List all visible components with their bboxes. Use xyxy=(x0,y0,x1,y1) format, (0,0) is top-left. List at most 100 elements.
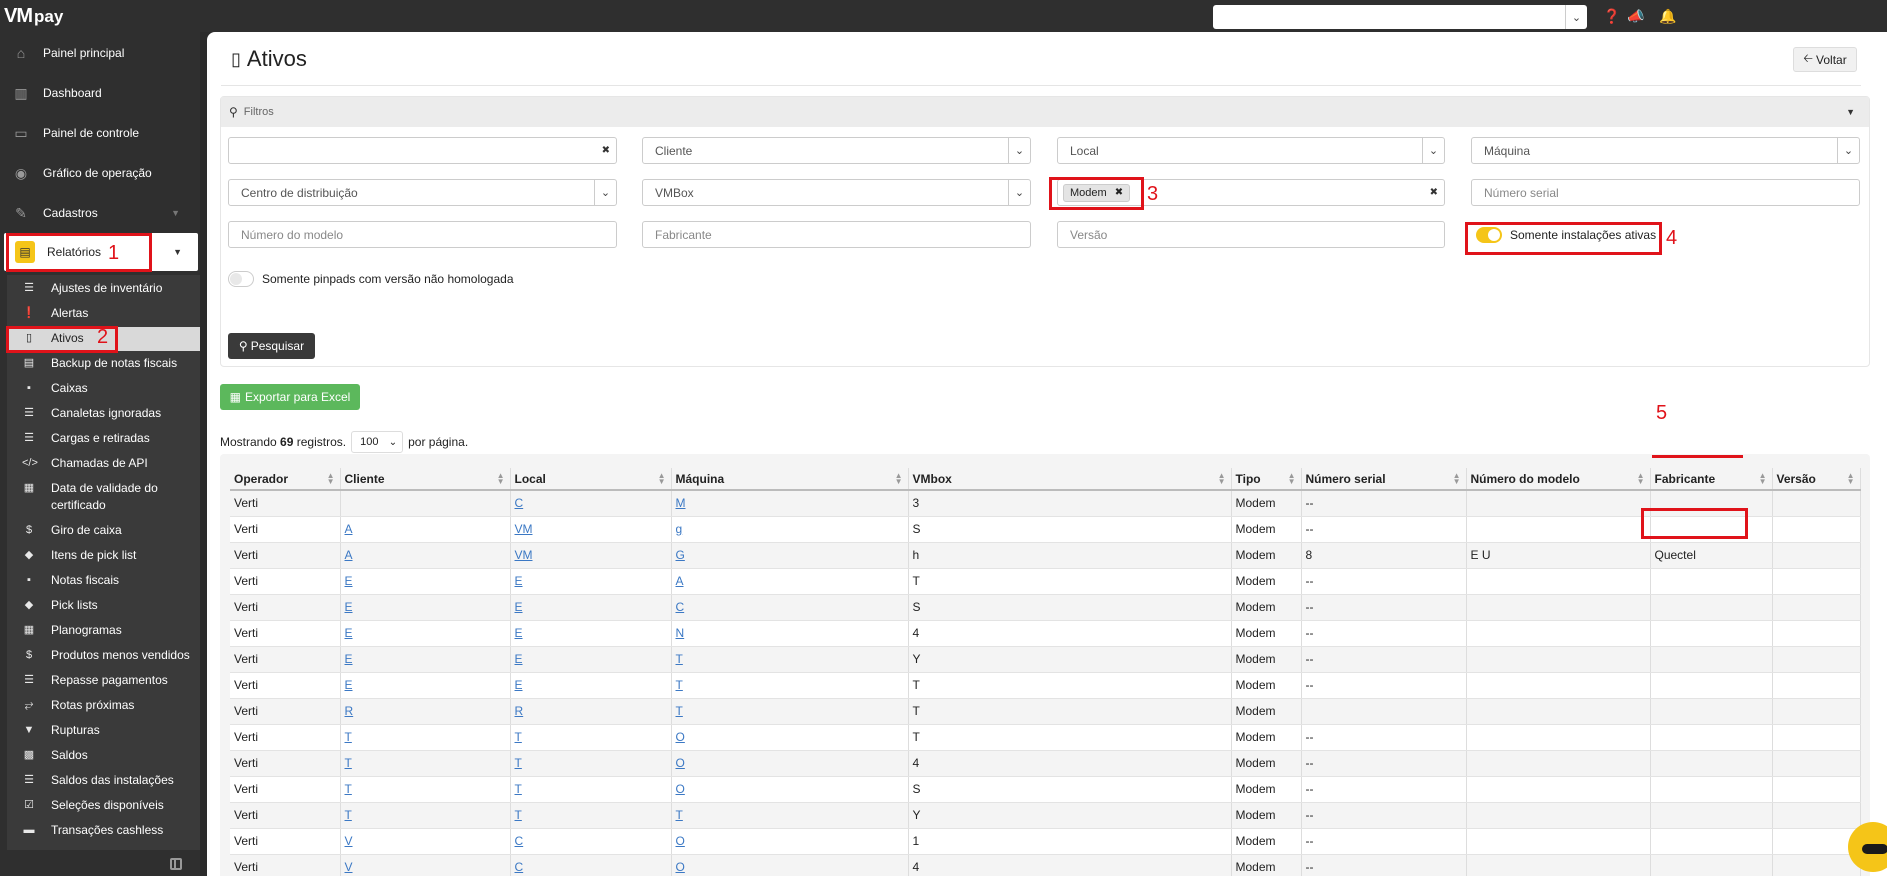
sub-backup-de-notas-fiscais[interactable]: ▤ Backup de notas fiscais xyxy=(7,355,200,375)
table-cell-link[interactable]: VM xyxy=(515,522,533,536)
megaphone-icon[interactable]: 📣 xyxy=(1627,7,1645,25)
table-cell-link[interactable]: T xyxy=(515,730,522,744)
sub-selecoes-disponiveis[interactable]: ☑ Seleções disponíveis xyxy=(7,797,200,817)
nav-dashboard[interactable]: ▥ Dashboard xyxy=(0,73,200,113)
table-cell-link[interactable]: T xyxy=(515,782,522,796)
clear-icon[interactable]: ✖ xyxy=(1430,187,1438,198)
table-cell-link[interactable]: T xyxy=(345,782,352,796)
table-cell-link[interactable]: T xyxy=(676,704,683,718)
help-icon[interactable]: ❓ xyxy=(1603,7,1621,25)
table-cell-link[interactable]: E xyxy=(515,626,523,640)
table-cell-link[interactable]: T xyxy=(515,808,522,822)
column-header[interactable]: Fabricante ▲ ▼ xyxy=(1650,468,1773,491)
operador-select[interactable]: ✖ xyxy=(228,137,617,164)
vmbox-select[interactable]: VMBox ⌄ xyxy=(642,179,1031,206)
table-cell-link[interactable]: V xyxy=(345,834,353,848)
sub-repasse-pagamentos[interactable]: ☰ Repasse pagamentos xyxy=(7,672,200,692)
sub-saldos-das-instalacoes[interactable]: ☰ Saldos das instalações xyxy=(7,772,200,792)
table-cell-link[interactable]: E xyxy=(345,652,353,666)
vmpay-logo[interactable]: VM pay xyxy=(4,5,63,29)
column-header[interactable]: Máquina ▲ ▼ xyxy=(671,468,909,491)
sub-data-de-validade-do-certificado[interactable]: ▦ Data de validade do certificado xyxy=(7,480,200,516)
filter-header[interactable]: ⚲ Filtros ▼ xyxy=(221,97,1869,127)
sub-pick-lists[interactable]: ◆ Pick lists xyxy=(7,597,200,617)
centro-de-distribuicao-select[interactable]: Centro de distribuição ⌄ xyxy=(228,179,617,206)
table-cell-link[interactable]: E xyxy=(515,652,523,666)
table-cell-link[interactable]: T xyxy=(676,808,683,822)
table-cell-link[interactable]: C xyxy=(676,600,685,614)
table-cell-link[interactable]: g xyxy=(676,522,683,536)
bell-icon[interactable]: 🔔 xyxy=(1659,7,1677,25)
table-cell-link[interactable]: A xyxy=(345,522,353,536)
numero-do-modelo-input[interactable]: Número do modelo xyxy=(228,221,617,248)
sub-produtos-menos-vendidos[interactable]: $ Produtos menos vendidos xyxy=(7,647,200,667)
column-header[interactable]: Número serial ▲ ▼ xyxy=(1301,468,1467,491)
sub-itens-de-pick-list[interactable]: ◆ Itens de pick list xyxy=(7,547,200,567)
table-cell-link[interactable]: G xyxy=(676,548,685,562)
nav-painel-de-controle[interactable]: ▭ Painel de controle xyxy=(0,113,200,153)
maquina-select[interactable]: Máquina ⌄ xyxy=(1471,137,1860,164)
sub-cargas-e-retiradas[interactable]: ☰ Cargas e retiradas xyxy=(7,430,200,450)
table-cell-link[interactable]: C xyxy=(515,496,524,510)
numero-serial-input[interactable]: Número serial xyxy=(1471,179,1860,206)
table-cell-link[interactable]: O xyxy=(676,860,685,874)
table-cell-link[interactable]: M xyxy=(676,496,686,510)
table-cell-link[interactable]: T xyxy=(515,756,522,770)
table-cell-link[interactable]: R xyxy=(515,704,524,718)
table-cell-link[interactable]: C xyxy=(515,834,524,848)
search-button[interactable]: ⚲ Pesquisar xyxy=(228,333,315,359)
table-cell-link[interactable]: E xyxy=(345,600,353,614)
sub-chamadas-de-api[interactable]: </> Chamadas de API xyxy=(7,455,200,475)
column-header[interactable]: Local ▲ ▼ xyxy=(510,468,672,491)
table-cell-link[interactable]: T xyxy=(345,730,352,744)
sub-alertas[interactable]: ❗ Alertas xyxy=(7,305,200,325)
column-header[interactable]: Cliente ▲ ▼ xyxy=(340,468,511,491)
sidebar-collapse-icon[interactable] xyxy=(170,858,182,870)
sub-canaletas-ignoradas[interactable]: ☰ Canaletas ignoradas xyxy=(7,405,200,425)
cliente-select[interactable]: Cliente ⌄ xyxy=(642,137,1031,164)
table-cell-link[interactable]: VM xyxy=(515,548,533,562)
table-cell-link[interactable]: R xyxy=(345,704,354,718)
sub-notas-fiscais[interactable]: ▪ Notas fiscais xyxy=(7,572,200,592)
sub-rupturas[interactable]: ▼ Rupturas xyxy=(7,722,200,742)
column-header[interactable]: Operador ▲ ▼ xyxy=(230,468,341,491)
table-cell-link[interactable]: T xyxy=(345,808,352,822)
column-header[interactable]: Tipo ▲ ▼ xyxy=(1231,468,1302,491)
sub-rotas-proximas[interactable]: ⥂ Rotas próximas xyxy=(7,697,200,717)
sub-saldos[interactable]: ▩ Saldos xyxy=(7,747,200,767)
table-cell-link[interactable]: V xyxy=(345,860,353,874)
column-header[interactable]: Número do modelo ▲ ▼ xyxy=(1466,468,1651,491)
table-cell-link[interactable]: C xyxy=(515,860,524,874)
table-cell-link[interactable]: E xyxy=(345,678,353,692)
nav-painel-principal[interactable]: ⌂ Painel principal xyxy=(0,33,200,73)
table-cell-link[interactable]: T xyxy=(676,678,683,692)
table-cell-link[interactable]: E xyxy=(345,574,353,588)
versao-input[interactable]: Versão xyxy=(1057,221,1445,248)
local-select[interactable]: Local ⌄ xyxy=(1057,137,1445,164)
table-cell-link[interactable]: E xyxy=(515,678,523,692)
table-cell-link[interactable]: E xyxy=(515,574,523,588)
export-excel-button[interactable]: ▦ Exportar para Excel xyxy=(220,384,360,410)
table-cell-link[interactable]: O xyxy=(676,756,685,770)
clear-icon[interactable]: ✖ xyxy=(602,145,610,156)
sub-transacoes-cashless[interactable]: ▬ Transações cashless xyxy=(7,822,200,842)
table-cell-link[interactable]: T xyxy=(676,652,683,666)
table-cell-link[interactable]: A xyxy=(676,574,684,588)
sub-caixas[interactable]: ▪ Caixas xyxy=(7,380,200,400)
table-cell-link[interactable]: T xyxy=(345,756,352,770)
column-header[interactable]: Versão ▲ ▼ xyxy=(1772,468,1861,491)
sub-planogramas[interactable]: ▦ Planogramas xyxy=(7,622,200,642)
sub-ajustes-de-inventario[interactable]: ☰ Ajustes de inventário xyxy=(7,280,200,300)
sub-giro-de-caixa[interactable]: $ Giro de caixa xyxy=(7,522,200,542)
table-cell-link[interactable]: O xyxy=(676,834,685,848)
top-select[interactable]: ⌄ xyxy=(1213,5,1587,29)
table-cell-link[interactable]: O xyxy=(676,782,685,796)
back-button[interactable]: 🡠 Voltar xyxy=(1793,47,1857,72)
table-cell-link[interactable]: E xyxy=(345,626,353,640)
table-cell-link[interactable]: E xyxy=(515,600,523,614)
somente-pinpads-toggle[interactable] xyxy=(228,271,254,287)
fabricante-input[interactable]: Fabricante xyxy=(642,221,1031,248)
table-cell-link[interactable]: N xyxy=(676,626,685,640)
table-cell-link[interactable]: O xyxy=(676,730,685,744)
table-cell-link[interactable]: A xyxy=(345,548,353,562)
